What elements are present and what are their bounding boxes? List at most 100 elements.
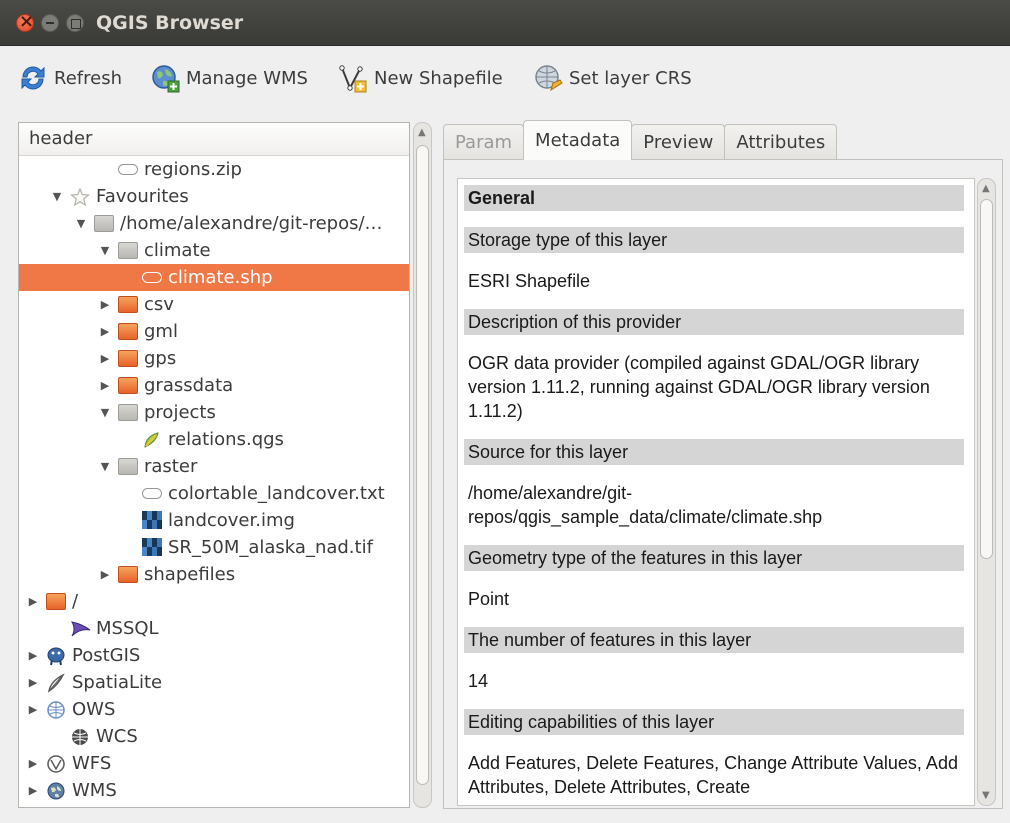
tree-item[interactable]: ▶ WMS bbox=[19, 777, 409, 804]
tree-item-label: WCS bbox=[96, 726, 138, 747]
scroll-down-arrow-icon[interactable]: ▼ bbox=[982, 790, 990, 801]
collapse-arrow-icon[interactable]: ▶ bbox=[27, 588, 39, 615]
metadata-scrollbar[interactable]: ▲ ▼ bbox=[977, 178, 996, 806]
orange-folder-icon bbox=[118, 350, 138, 367]
tree-item[interactable]: ▼ projects bbox=[19, 399, 409, 426]
tree-item[interactable]: regions.zip bbox=[19, 156, 409, 183]
set-layer-crs-button[interactable]: Set layer CRS bbox=[533, 61, 692, 95]
zip-icon bbox=[142, 272, 162, 283]
tree-item[interactable]: ▶ grassdata bbox=[19, 372, 409, 399]
orange-folder-icon bbox=[118, 377, 138, 394]
tree-item[interactable]: ▼ /home/alexandre/git-repos/… bbox=[19, 210, 409, 237]
refresh-icon bbox=[21, 66, 45, 90]
tab-preview[interactable]: Preview bbox=[631, 124, 726, 160]
tree-item-label: climate.shp bbox=[168, 267, 273, 288]
tree-item-label: Favourites bbox=[96, 186, 189, 207]
metadata-view[interactable]: General Storage type of this layer ESRI … bbox=[457, 178, 975, 806]
tab-attributes[interactable]: Attributes bbox=[724, 124, 838, 160]
tree-item[interactable]: SR_50M_alaska_nad.tif bbox=[19, 534, 409, 561]
scroll-up-arrow-icon[interactable]: ▲ bbox=[982, 183, 990, 194]
scroll-up-arrow-icon[interactable]: ▲ bbox=[418, 127, 426, 138]
tree-item-label: SpatiaLite bbox=[72, 672, 163, 693]
tree-item[interactable]: ▶ gml bbox=[19, 318, 409, 345]
tree-scrollbar[interactable]: ▲ bbox=[413, 122, 432, 808]
folder-icon bbox=[94, 215, 114, 232]
collapse-arrow-icon[interactable]: ▶ bbox=[99, 318, 111, 345]
tree-item[interactable]: ▼ raster bbox=[19, 453, 409, 480]
tree-item-label: projects bbox=[144, 402, 216, 423]
maximize-window-button[interactable] bbox=[66, 14, 84, 32]
collapse-arrow-icon[interactable]: ▶ bbox=[99, 372, 111, 399]
storage-type-heading: Storage type of this layer bbox=[464, 227, 964, 253]
tree-item[interactable]: ▶ SpatiaLite bbox=[19, 669, 409, 696]
tree-item-label: gml bbox=[144, 321, 178, 342]
tree-item-label: gps bbox=[144, 348, 177, 369]
tree-item[interactable]: ▶ shapefiles bbox=[19, 561, 409, 588]
orange-folder-icon bbox=[46, 593, 66, 610]
panel-splitter[interactable] bbox=[433, 122, 441, 808]
collapse-arrow-icon[interactable]: ▶ bbox=[27, 777, 39, 804]
collapse-arrow-icon[interactable]: ▶ bbox=[99, 345, 111, 372]
close-window-button[interactable] bbox=[16, 11, 34, 32]
tree-item[interactable]: ▶ csv bbox=[19, 291, 409, 318]
collapse-arrow-icon[interactable]: ▶ bbox=[27, 642, 39, 669]
manage-wms-button[interactable]: Manage WMS bbox=[150, 61, 308, 95]
new-shapefile-button[interactable]: New Shapefile bbox=[338, 61, 503, 95]
expand-arrow-icon[interactable]: ▼ bbox=[99, 399, 111, 426]
expand-arrow-icon[interactable]: ▼ bbox=[99, 453, 111, 480]
tree-item[interactable]: landcover.img bbox=[19, 507, 409, 534]
tree-item[interactable]: colortable_landcover.txt bbox=[19, 480, 409, 507]
tree-item[interactable]: ▶ gps bbox=[19, 345, 409, 372]
tree-item[interactable]: ▶ PostGIS bbox=[19, 642, 409, 669]
collapse-arrow-icon[interactable]: ▶ bbox=[27, 696, 39, 723]
tree-item-label: grassdata bbox=[144, 375, 234, 396]
tree-item-label: climate bbox=[144, 240, 211, 261]
tree-scrollbar-thumb[interactable] bbox=[416, 145, 429, 785]
collapse-arrow-icon[interactable]: ▶ bbox=[27, 669, 39, 696]
tree-item[interactable]: ▶ WFS bbox=[19, 750, 409, 777]
metadata-scrollbar-thumb[interactable] bbox=[980, 199, 993, 559]
qgis-project-icon bbox=[142, 430, 162, 448]
folder-icon bbox=[118, 242, 138, 259]
expand-arrow-icon[interactable]: ▼ bbox=[99, 237, 111, 264]
orange-folder-icon bbox=[118, 323, 138, 340]
collapse-arrow-icon[interactable]: ▶ bbox=[99, 561, 111, 588]
tree-item[interactable]: ▼ Favourites bbox=[19, 183, 409, 210]
expand-arrow-icon[interactable]: ▼ bbox=[51, 183, 63, 210]
tree-item-label: regions.zip bbox=[144, 159, 242, 180]
tree-item-label: MSSQL bbox=[96, 618, 159, 639]
collapse-arrow-icon[interactable]: ▶ bbox=[99, 291, 111, 318]
tree-item-label: raster bbox=[144, 456, 198, 477]
tree-item[interactable]: MSSQL bbox=[19, 615, 409, 642]
folder-icon bbox=[118, 404, 138, 421]
editing-capabilities-heading: Editing capabilities of this layer bbox=[464, 709, 964, 735]
manage-wms-icon bbox=[152, 65, 180, 93]
browser-tree-panel[interactable]: header regions.zip ▼ Favourites ▼ /home/alex… bbox=[18, 122, 410, 808]
tree-item[interactable]: ▶ OWS bbox=[19, 696, 409, 723]
collapse-arrow-icon[interactable]: ▶ bbox=[27, 750, 39, 777]
tree-item-label: SR_50M_alaska_nad.tif bbox=[168, 537, 373, 558]
tree-item-label: csv bbox=[144, 294, 174, 315]
source-heading: Source for this layer bbox=[464, 439, 964, 465]
refresh-button[interactable]: Refresh bbox=[18, 61, 122, 95]
source-value: /home/alexandre/git- repos/qgis_sample_d… bbox=[464, 481, 964, 529]
expand-arrow-icon[interactable]: ▼ bbox=[75, 210, 87, 237]
orange-folder-icon bbox=[118, 296, 138, 313]
tab-metadata[interactable]: Metadata bbox=[523, 120, 633, 160]
tree-item[interactable]: ▼ climate bbox=[19, 237, 409, 264]
metadata-panel: General Storage type of this layer ESRI … bbox=[443, 159, 1003, 809]
tab-param[interactable]: Param bbox=[443, 124, 525, 160]
tree-item-label: /home/alexandre/git-repos/… bbox=[120, 213, 383, 234]
tree-item[interactable]: climate.shp bbox=[19, 264, 409, 291]
raster-icon bbox=[142, 511, 162, 530]
tree-item-label: relations.qgs bbox=[168, 429, 284, 450]
tree-item-label: WFS bbox=[72, 753, 112, 774]
tree-item[interactable]: WCS bbox=[19, 723, 409, 750]
editing-capabilities-value: Add Features, Delete Features, Change At… bbox=[468, 753, 958, 797]
tree-item[interactable]: relations.qgs bbox=[19, 426, 409, 453]
source-value-line-2: repos/qgis_sample_data/climate/climate.s… bbox=[468, 507, 823, 527]
tree-item[interactable]: ▶ / bbox=[19, 588, 409, 615]
metadata-content: General Storage type of this layer ESRI … bbox=[464, 185, 964, 805]
minimize-window-button[interactable] bbox=[41, 14, 59, 32]
feature-count-value: 14 bbox=[468, 671, 489, 691]
